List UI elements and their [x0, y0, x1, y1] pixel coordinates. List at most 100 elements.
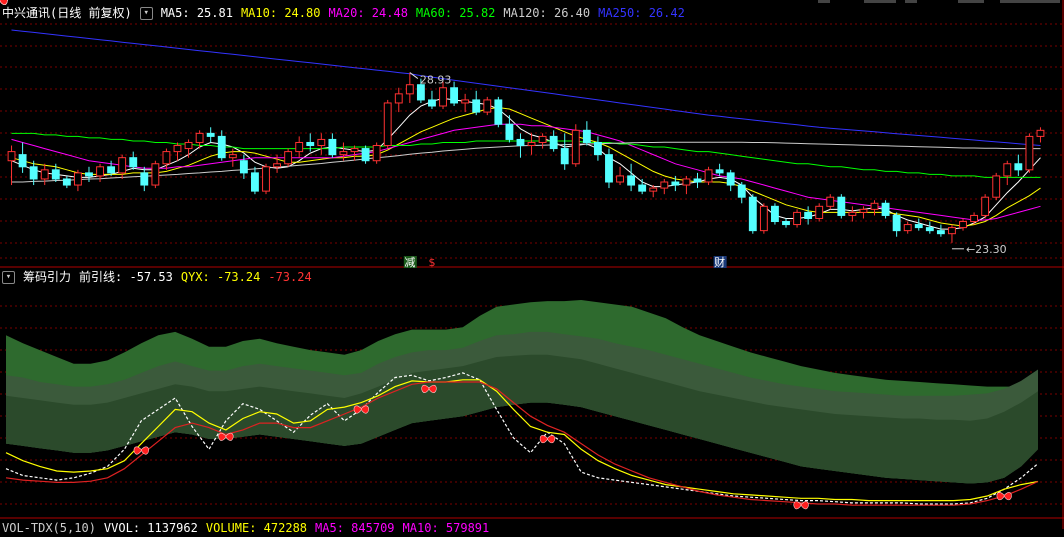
candle-down	[62, 178, 71, 186]
candle-down	[217, 135, 226, 159]
candle-up	[151, 163, 160, 186]
candle-down	[239, 160, 248, 174]
candle-down	[129, 157, 138, 168]
candle-up	[73, 172, 82, 186]
candle-up	[383, 102, 392, 147]
candle-down	[428, 99, 436, 107]
candle-up	[96, 166, 104, 177]
candle-down	[881, 202, 890, 216]
candle-up	[394, 93, 403, 104]
candle-down	[737, 184, 746, 198]
butterfly-icon	[133, 446, 149, 455]
candle-up	[483, 99, 492, 113]
candle-down	[328, 138, 337, 156]
ma-line-ma250	[11, 29, 1041, 146]
candle-down	[638, 184, 647, 192]
candle-down	[450, 87, 459, 104]
candle-up	[759, 205, 768, 232]
candle-up	[859, 208, 868, 213]
candle-down	[516, 138, 525, 147]
candle-down	[748, 196, 757, 232]
candle-down	[85, 172, 93, 177]
candle-down	[693, 178, 702, 183]
candle-up	[571, 129, 580, 165]
candle-up	[195, 132, 204, 143]
candle-up	[295, 141, 304, 153]
toolbar-strip	[905, 0, 917, 3]
candle-down	[140, 172, 149, 186]
candle-down	[782, 221, 790, 226]
candle-up	[317, 138, 326, 147]
candle-down	[582, 129, 591, 143]
high-pointer	[409, 72, 419, 79]
candle-up	[793, 211, 801, 226]
candle-up	[461, 99, 470, 104]
toolbar-strip	[958, 0, 984, 3]
candle-up	[439, 87, 447, 107]
candle-down	[593, 141, 602, 156]
butterfly-wing	[141, 446, 149, 455]
candle-up	[992, 175, 1001, 198]
candle-up	[40, 169, 49, 180]
candle-down	[306, 141, 315, 147]
candle-down	[361, 148, 370, 162]
low-price-label: ←23.30	[966, 243, 1007, 256]
candle-up	[118, 157, 127, 174]
candle-up	[339, 151, 348, 156]
candle-up	[538, 135, 547, 143]
candle-up	[7, 151, 16, 162]
candle-up	[262, 166, 270, 192]
candle-down	[892, 214, 901, 232]
candle-down	[206, 132, 215, 137]
event-marker-jian: 减	[404, 256, 415, 269]
candle-up	[1025, 135, 1034, 171]
candle-up	[981, 196, 990, 216]
butterfly-wing	[547, 435, 556, 444]
candle-up	[173, 145, 182, 153]
candle-down	[914, 224, 923, 229]
candle-down	[505, 123, 514, 140]
candle-down	[771, 205, 779, 223]
candle-down	[925, 227, 934, 232]
candle-down	[627, 175, 636, 186]
toolbar-strip	[1000, 0, 1060, 3]
candle-up	[704, 169, 713, 183]
candle-up	[815, 205, 824, 219]
candle-down	[494, 99, 503, 125]
candle-down	[936, 230, 945, 235]
toolbar-strip	[864, 0, 896, 3]
candle-down	[51, 169, 60, 180]
butterfly-icon	[996, 492, 1012, 501]
event-marker-dollar: $	[428, 256, 435, 269]
butterfly-wing	[1003, 492, 1012, 501]
candle-up	[959, 221, 967, 229]
candle-up	[826, 196, 835, 207]
candle-up	[350, 148, 359, 153]
candle-up	[903, 224, 912, 232]
candle-down	[837, 196, 846, 216]
candle-up	[848, 211, 857, 216]
candle-down	[726, 172, 735, 186]
candle-down	[472, 99, 481, 113]
candle-down	[251, 172, 259, 192]
butterfly-icon	[0, 0, 8, 5]
candle-up	[649, 187, 658, 192]
high-price-label: 28.93	[420, 74, 452, 87]
candle-up	[284, 151, 293, 165]
candle-up	[970, 214, 979, 223]
candle-up	[273, 163, 281, 168]
toolbar-strip	[818, 0, 830, 3]
event-marker-cai: 财	[714, 255, 725, 269]
stock-chart: 28.93 ←23.30 减 $ 财	[0, 0, 1064, 529]
candle-down	[1014, 163, 1023, 171]
candle-down	[29, 166, 38, 180]
candle-up	[1003, 163, 1012, 177]
butterfly-wing	[133, 446, 142, 455]
candle-down	[18, 154, 27, 168]
butterfly-wing	[996, 492, 1005, 501]
candle-down	[107, 166, 116, 174]
candle-up	[870, 202, 879, 210]
candle-up	[948, 227, 956, 235]
candle-up	[162, 151, 171, 165]
candle-up	[184, 141, 193, 150]
